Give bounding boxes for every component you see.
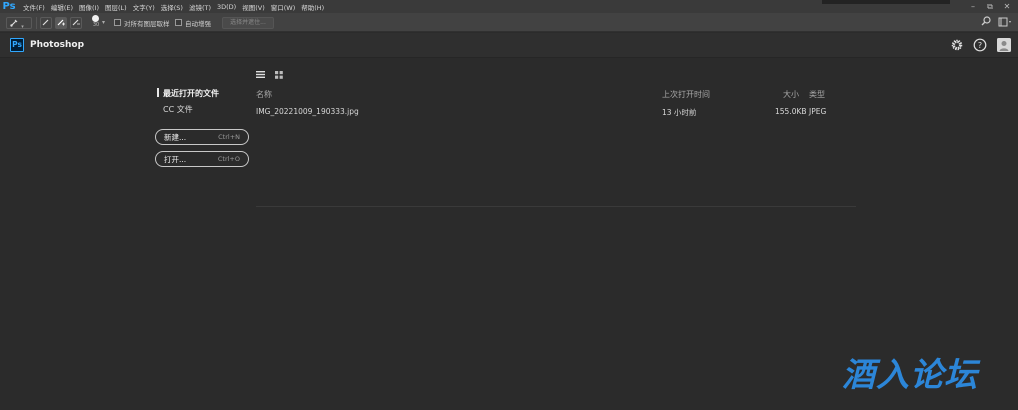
help-button[interactable]: ? [973,38,987,52]
photoshop-logo: Ps [2,1,16,12]
brush-tip-icon [92,15,99,22]
brush-size-picker[interactable]: 30 [91,15,101,29]
gear-icon [951,39,963,51]
nav-cc-files[interactable]: CC 文件 [163,104,193,115]
minimize-button[interactable]: – [966,1,980,12]
add-to-selection-button[interactable] [55,17,67,29]
app-title: Photoshop [30,40,85,50]
column-header-size[interactable]: 大小 [783,89,799,100]
divider [36,17,37,29]
menu-select[interactable]: 选择(S) [161,2,183,12]
open-file-shortcut: Ctrl+O [217,155,240,163]
open-file-button[interactable]: 打开... Ctrl+O [155,151,249,167]
menu-layer[interactable]: 图层(L) [105,2,127,12]
nav-recent-files[interactable]: 最近打开的文件 [163,88,219,99]
svg-text:?: ? [978,41,982,50]
close-button[interactable]: ✕ [1000,1,1014,12]
menu-filter[interactable]: 滤镜(T) [189,2,211,12]
brush-icon [42,19,49,26]
workspace-icon [998,17,1011,27]
menu-file[interactable]: 文件(F) [23,2,45,12]
column-header-type[interactable]: 类型 [809,89,825,100]
brush-minus-icon [72,19,80,26]
content-divider [256,206,856,207]
search-icon [981,16,991,26]
file-size: 155.0KB [775,107,807,116]
file-last-opened: 13 小时前 [662,108,697,117]
chevron-down-icon[interactable]: ▾ [102,19,105,26]
new-file-label: 新建... [164,132,187,142]
help-icon: ? [973,38,987,52]
grid-view-button[interactable] [275,71,283,79]
nav-active-indicator [157,88,159,97]
tool-preset-picker[interactable]: ▾ [6,17,32,30]
list-view-button[interactable] [256,70,265,79]
menu-bar: Ps 文件(F) 编辑(E) 图像(I) 图层(L) 文字(Y) 选择(S) 滤… [0,0,1018,13]
settings-button[interactable] [950,38,964,52]
list-view-icon [256,71,265,78]
auto-enhance-label: 自动增强 [185,20,211,28]
home-header: Ps Photoshop ? [0,33,1018,58]
new-file-shortcut: Ctrl+N [218,133,240,141]
window-controls: – ⧉ ✕ [963,0,1014,13]
sample-all-layers-checkbox[interactable] [114,19,121,26]
account-button[interactable] [997,38,1011,52]
grid-view-icon [275,71,283,79]
avatar-icon [997,38,1011,52]
options-bar: ▾ 30 ▾ 对所有图层取样 自动增强 选择并遮住... [0,13,1018,32]
workspace-switcher-button[interactable] [998,16,1012,29]
column-header-last-opened[interactable]: 上次打开时间 [662,89,710,100]
menu-type[interactable]: 文字(Y) [133,2,155,12]
menu-search-bar[interactable] [822,0,950,4]
new-file-button[interactable]: 新建... Ctrl+N [155,129,249,145]
restore-button[interactable]: ⧉ [983,1,997,12]
file-name[interactable]: IMG_20221009_190333.jpg [256,107,359,116]
brush-size-value: 30 [92,22,100,28]
select-and-mask-button[interactable]: 选择并遮住... [222,17,274,29]
chevron-down-icon: ▾ [21,24,24,30]
open-file-label: 打开... [164,154,187,164]
file-type: JPEG [809,107,827,116]
menu-3d[interactable]: 3D(D) [217,3,236,11]
new-selection-mode-button[interactable] [40,17,52,29]
watermark-text: 酒入论坛 [842,355,978,394]
brush-plus-icon [57,19,65,26]
menu-edit[interactable]: 编辑(E) [51,2,73,12]
photoshop-app-icon: Ps [10,38,24,52]
menu-window[interactable]: 窗口(W) [271,2,296,12]
subtract-from-selection-button[interactable] [70,17,82,29]
column-header-name[interactable]: 名称 [256,89,272,100]
search-button[interactable] [980,15,992,29]
quick-selection-icon [10,19,18,27]
menu-help[interactable]: 帮助(H) [301,2,324,12]
menu-view[interactable]: 视图(V) [242,2,265,12]
sample-all-layers-label: 对所有图层取样 [124,20,170,28]
menu-image[interactable]: 图像(I) [79,2,99,12]
auto-enhance-checkbox[interactable] [175,19,182,26]
